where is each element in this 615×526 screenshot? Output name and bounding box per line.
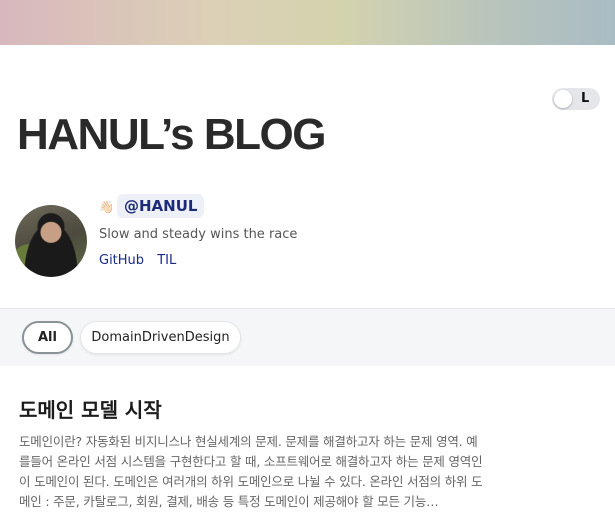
excerpt-line: 를들어 온라인 서점 시스템을 구현한다고 할 때, 소프트웨어로 해결하고자 … <box>19 454 483 469</box>
theme-mode-label: L <box>581 91 590 106</box>
excerpt-line: 이 도메인이 된다. 도메인은 여러개의 하위 도메인으로 나뉠 수 있다. 온… <box>19 474 483 489</box>
post-title[interactable]: 도메인 모델 시작 <box>19 394 162 423</box>
tag-filter-bar: All DomainDrivenDesign <box>0 308 615 366</box>
tag-chip-domaindrivendesign[interactable]: DomainDrivenDesign <box>80 321 241 354</box>
toggle-knob <box>554 90 572 108</box>
theme-toggle[interactable]: L <box>552 88 600 110</box>
til-link[interactable]: TIL <box>157 253 176 268</box>
profile-handle: @HANUL <box>117 194 205 218</box>
github-link[interactable]: GitHub <box>99 253 144 268</box>
waving-hand-icon: 👋🏻 <box>99 200 114 214</box>
excerpt-line: 도메인이란? 자동화된 비지니스나 현실세계의 문제. 문제를 해결하고자 하는… <box>19 434 478 449</box>
tag-chip-all[interactable]: All <box>22 321 73 354</box>
profile-links: GitHub TIL <box>99 253 185 268</box>
excerpt-line: 메인 : 주문, 카탈로그, 회원, 결제, 배송 등 특정 도메인이 제공해야… <box>19 494 439 509</box>
blog-title[interactable]: HANUL’s BLOG <box>17 110 326 160</box>
post-excerpt[interactable]: 도메인이란? 자동화된 비지니스나 현실세계의 문제. 문제를 해결하고자 하는… <box>19 432 604 512</box>
header-banner <box>0 0 615 45</box>
avatar <box>15 205 87 277</box>
profile-bio: Slow and steady wins the race <box>99 227 298 242</box>
